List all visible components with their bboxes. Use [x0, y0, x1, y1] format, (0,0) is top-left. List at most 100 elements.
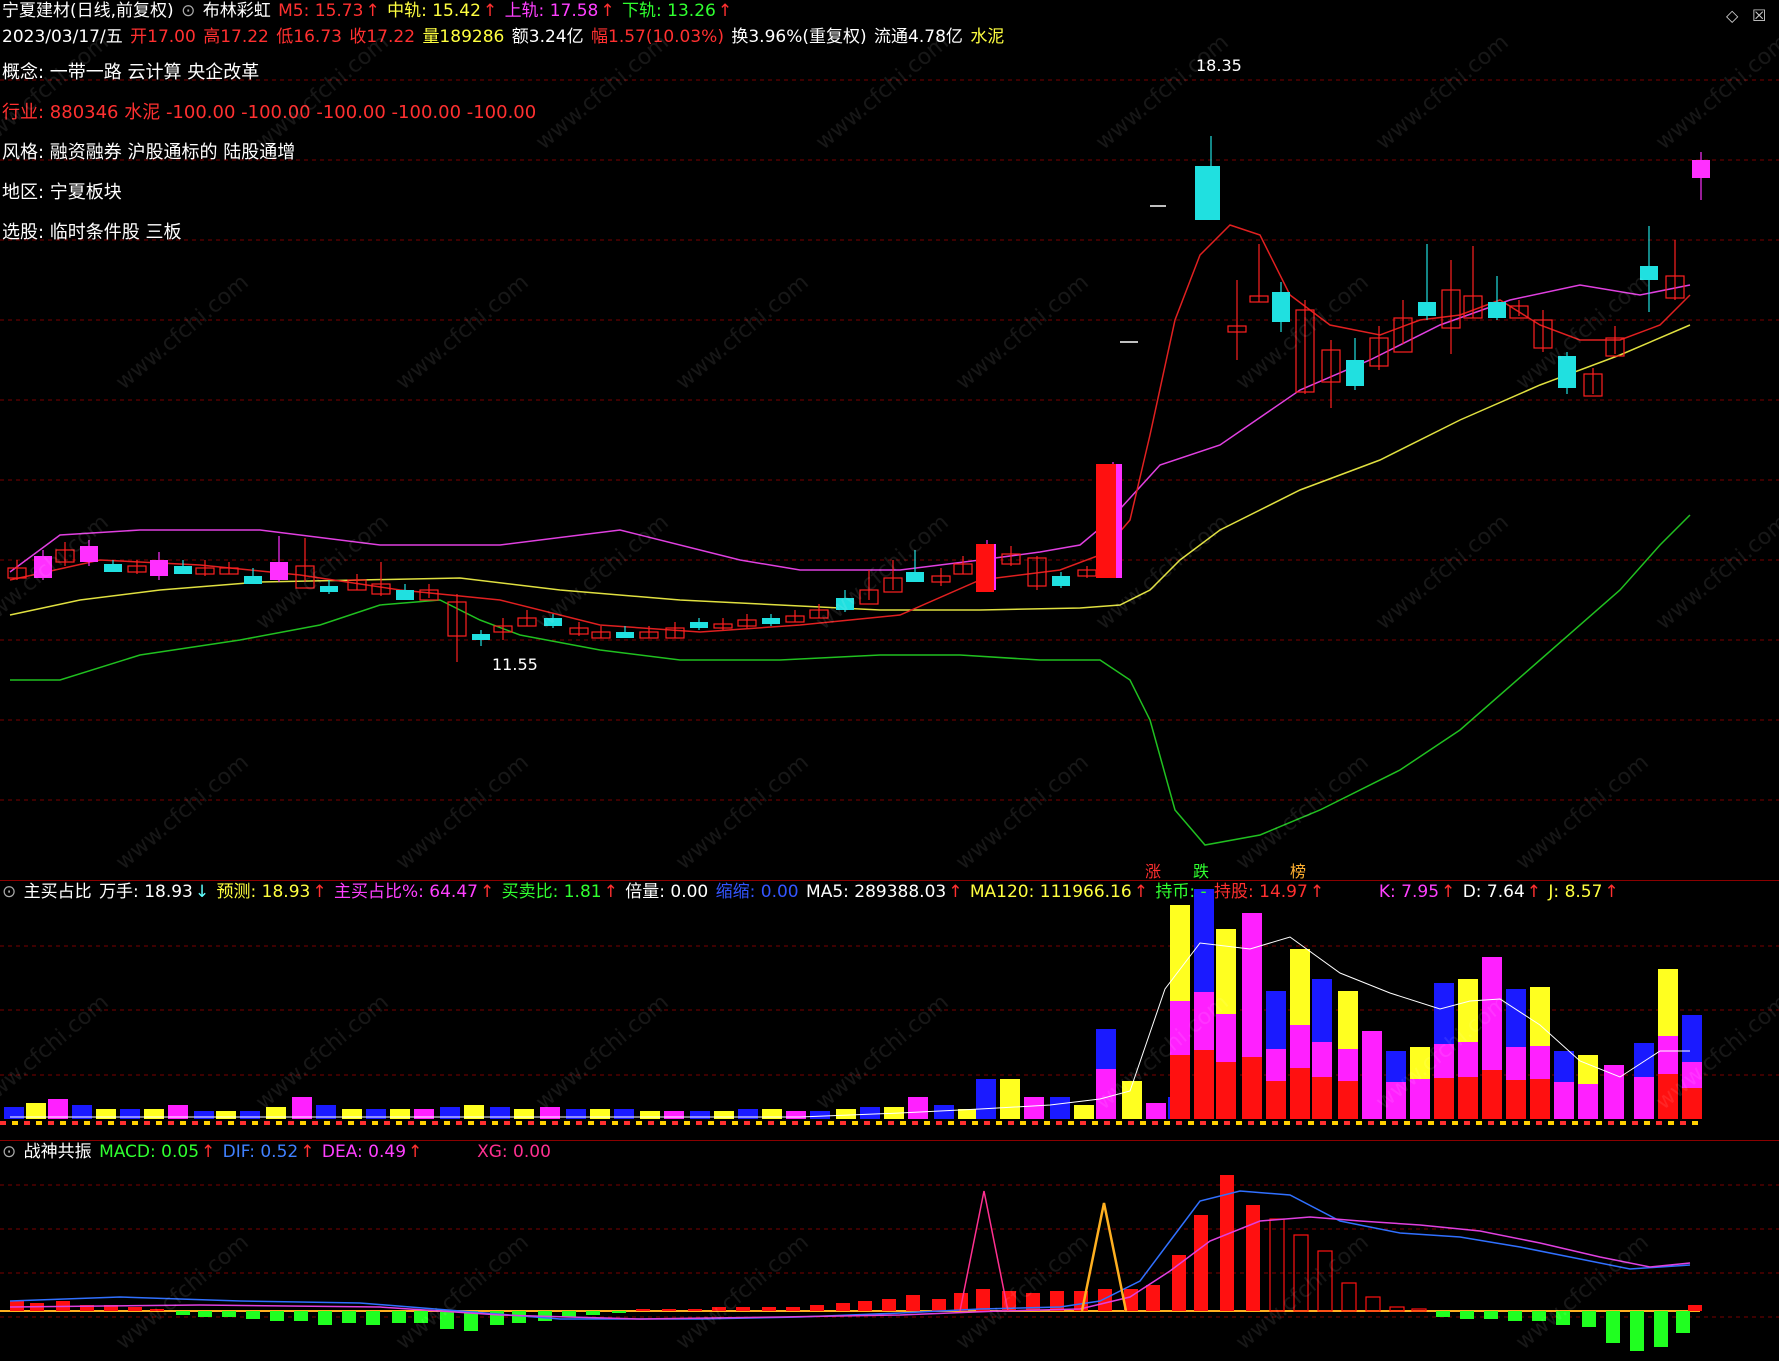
volume-bar-segment: [1362, 1071, 1382, 1119]
volume-bar-segment: [1290, 1068, 1310, 1119]
volume-bar-segment: [1242, 1057, 1262, 1119]
volume-bar-segment: [1216, 1062, 1236, 1119]
signal-strip: [1188, 1121, 1194, 1125]
candle-body: [762, 618, 780, 624]
signal-strip: [1200, 1121, 1206, 1125]
volume-bar-segment: [1458, 1077, 1478, 1119]
candle-body: [1640, 266, 1658, 280]
signal-strip: [1128, 1121, 1134, 1125]
main-chart-pane[interactable]: 宁夏建材(日线,前复权) ⊙ 布林彩虹 M5: 15.73 ↑ 中轨: 15.42…: [0, 0, 1779, 882]
settings-icon[interactable]: ◇: [1726, 6, 1738, 25]
candle-body: [80, 546, 98, 562]
signal-strip: [1020, 1121, 1026, 1125]
quote-float: 流通4.78亿: [874, 27, 963, 47]
arrow-up-icon: ↑: [1526, 882, 1542, 902]
candle-body: [104, 564, 122, 572]
lower-band-line: [10, 514, 1691, 846]
signal-strip: [468, 1121, 474, 1125]
signal-strip: [264, 1121, 270, 1125]
quote-low: 低16.73: [276, 27, 342, 47]
macd-indicator-name[interactable]: 战神共振: [24, 1142, 92, 1162]
signal-strip: [864, 1121, 870, 1125]
quote-high: 高17.22: [203, 27, 269, 47]
signal-strip: [1140, 1121, 1146, 1125]
macd-pane[interactable]: ⊙ 战神共振 MACD: 0.05 ↑ DIF: 0.52 ↑ DEA: 0.49 ↑…: [0, 1140, 1779, 1361]
macd-bar: [1050, 1291, 1064, 1311]
volume-chart[interactable]: [0, 881, 1779, 1139]
macd-bar: [810, 1305, 824, 1311]
signal-strip: [1572, 1121, 1578, 1125]
signal-strip: [1536, 1121, 1542, 1125]
signal-strip: [648, 1121, 654, 1125]
macd-bar: [836, 1303, 850, 1311]
rank-tag[interactable]: 榜: [1290, 858, 1306, 882]
signal-strip: [1296, 1121, 1302, 1125]
signal-strip: [1116, 1121, 1122, 1125]
macd-bar: [440, 1311, 454, 1329]
signal-strip: [1404, 1121, 1410, 1125]
volume-bar-segment: [1194, 1050, 1214, 1119]
selection-line[interactable]: 选股: 临时条件股 三板: [2, 218, 182, 244]
signal-strip: [36, 1121, 42, 1125]
macd-bar: [1146, 1285, 1160, 1311]
macd-bar: [882, 1299, 896, 1311]
candle-body: [1052, 576, 1070, 586]
arrow-up-icon: ↑: [365, 1, 380, 21]
stock-name[interactable]: 宁夏建材(日线,前复权): [2, 1, 174, 21]
dif-label: DIF: 0.52: [222, 1142, 299, 1162]
indicator-name[interactable]: 布林彩虹: [203, 1, 271, 21]
candle-body: [1346, 360, 1364, 386]
signal-strip: [96, 1121, 102, 1125]
macd-bar: [198, 1311, 212, 1317]
quote-amount: 额3.24亿: [511, 27, 584, 47]
arrow-up-icon: ↑: [600, 1, 615, 21]
signal-strip: [24, 1121, 30, 1125]
signal-strip: [804, 1121, 810, 1125]
signal-strip: [192, 1121, 198, 1125]
macd-bar: [1341, 1282, 1357, 1312]
signal-strip: [528, 1121, 534, 1125]
signal-strip: [216, 1121, 222, 1125]
region-line[interactable]: 地区: 宁夏板块: [2, 178, 122, 204]
signal-strip: [120, 1121, 126, 1125]
signal-strip: [48, 1121, 54, 1125]
wanshou-label: 万手: 18.93: [99, 882, 193, 902]
hold-stock-label: 持股: 14.97: [1214, 882, 1308, 902]
close-icon[interactable]: ☒: [1752, 6, 1766, 25]
dropdown-icon[interactable]: ⊙: [2, 882, 16, 902]
signal-strip: [1500, 1121, 1506, 1125]
volume-bar: [640, 1111, 660, 1119]
rise-tag[interactable]: 涨: [1145, 858, 1161, 882]
signal-strip: [1512, 1121, 1518, 1125]
vol-indicator-name[interactable]: 主买占比: [24, 882, 92, 902]
macd-bar: [270, 1311, 284, 1321]
arrow-up-icon: ↑: [312, 882, 327, 902]
signal-strip: [888, 1121, 894, 1125]
volume-bar-segment: [1410, 1079, 1430, 1119]
signal-strip: [324, 1121, 330, 1125]
quote-sector[interactable]: 水泥: [970, 27, 1004, 47]
arrow-up-icon: ↑: [300, 1142, 315, 1162]
macd-bar: [1630, 1311, 1644, 1351]
signal-strip: [1416, 1121, 1422, 1125]
upper-band-line: [9, 284, 1691, 573]
macd-bar: [512, 1311, 526, 1323]
macd-bar: [222, 1311, 236, 1317]
concept-line[interactable]: 概念: 一带一路 云计算 央企改革: [2, 58, 259, 84]
arrow-up-icon: ↑: [1604, 882, 1619, 902]
signal-strip: [852, 1121, 858, 1125]
candlestick-chart[interactable]: [0, 0, 1779, 880]
fall-tag[interactable]: 跌: [1193, 858, 1209, 882]
dropdown-icon[interactable]: ⊙: [181, 1, 195, 21]
macd-chart[interactable]: [0, 1141, 1779, 1361]
signal-strip: [1284, 1121, 1290, 1125]
dropdown-icon[interactable]: ⊙: [2, 1142, 16, 1162]
industry-line[interactable]: 行业: 880346 水泥 -100.00 -100.00 -100.00 -1…: [2, 98, 536, 124]
signal-strip: [1152, 1121, 1158, 1125]
style-line[interactable]: 风格: 融资融券 沪股通标的 陆股通增: [2, 138, 295, 164]
signal-strip: [456, 1121, 462, 1125]
signal-strip: [1068, 1121, 1074, 1125]
volume-pane[interactable]: ⊙ 主买占比 万手: 18.93 ↓ 预测: 18.93 ↑ 主买占比%: 64.4…: [0, 880, 1779, 1139]
candle-body: [472, 634, 490, 640]
signal-strip: [480, 1121, 486, 1125]
